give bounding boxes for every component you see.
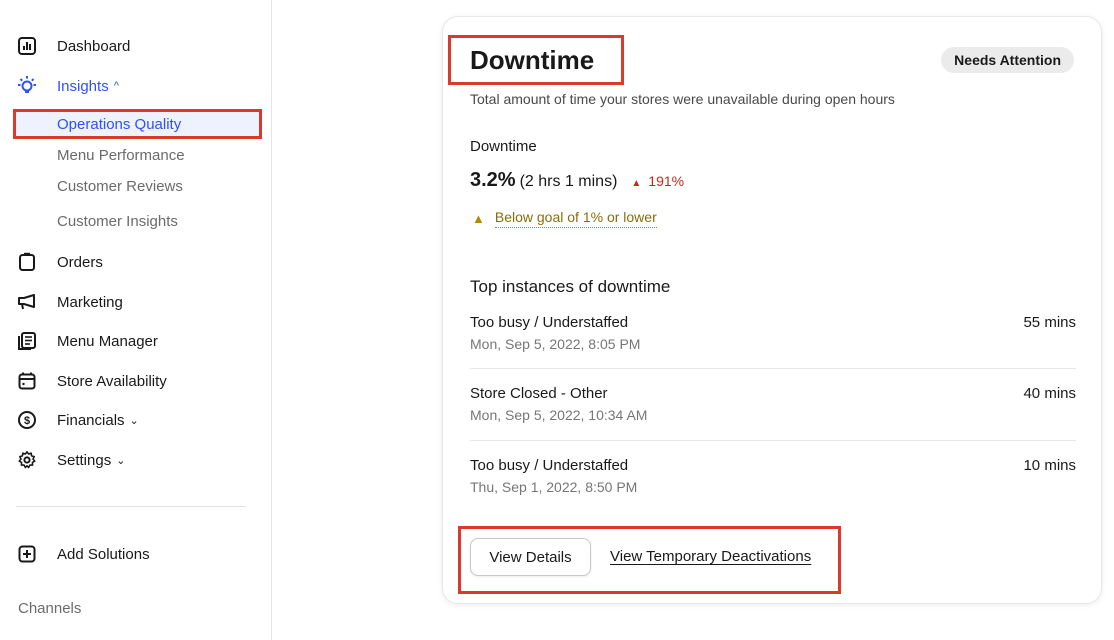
- metric-row: 3.2% (2 hrs 1 mins) ▲ 191%: [470, 169, 684, 192]
- section-title: Top instances of downtime: [470, 277, 671, 296]
- list-item: Too busy / Understaffed Mon, Sep 5, 2022…: [470, 314, 1076, 370]
- sidebar-item-label: Orders: [57, 253, 103, 271]
- sidebar-item-settings[interactable]: Settings ⌄: [16, 448, 125, 472]
- sidebar-item-label: Add Solutions: [57, 545, 150, 563]
- sidebar-item-label: Store Availability: [57, 372, 167, 390]
- metric-value: 3.2%: [470, 169, 516, 191]
- trend-indicator: ▲ 191%: [631, 173, 684, 189]
- bar-chart-icon: [16, 35, 38, 57]
- channels-label: Channels: [18, 600, 82, 617]
- row-divider: [470, 440, 1076, 441]
- calendar-icon: [16, 370, 38, 392]
- svg-text:$: $: [24, 415, 30, 427]
- card-title: Downtime: [470, 45, 595, 75]
- view-details-button[interactable]: View Details: [470, 538, 591, 576]
- sidebar-item-orders[interactable]: Orders: [16, 250, 103, 274]
- sidebar-item-insights[interactable]: Insights ^: [16, 74, 119, 98]
- plus-box-icon: [16, 543, 38, 565]
- clipboard-icon: [16, 251, 38, 273]
- metric-detail: (2 hrs 1 mins): [519, 173, 618, 190]
- status-badge: Needs Attention: [941, 47, 1074, 73]
- instance-duration: 40 mins: [1023, 385, 1076, 402]
- instance-time: Mon, Sep 5, 2022, 8:05 PM: [470, 336, 641, 352]
- sidebar-item-label: Settings: [57, 451, 112, 469]
- instance-duration: 55 mins: [1023, 314, 1076, 331]
- goal-text: Below goal of 1% or lower: [494, 209, 657, 228]
- warning-icon: ▲: [472, 211, 485, 226]
- sidebar-item-label: Menu Manager: [57, 332, 158, 350]
- sidebar: Dashboard Insights ^ Operations Quality …: [0, 0, 272, 640]
- row-divider: [470, 368, 1076, 369]
- sidebar-item-store-availability[interactable]: Store Availability: [16, 369, 167, 393]
- sidebar-divider: [16, 506, 246, 507]
- view-temporary-deactivations-link[interactable]: View Temporary Deactivations: [610, 548, 811, 565]
- list-item: Store Closed - Other Mon, Sep 5, 2022, 1…: [470, 385, 1076, 441]
- gear-icon: [16, 449, 38, 471]
- megaphone-icon: [16, 291, 38, 313]
- instance-duration: 10 mins: [1023, 457, 1076, 474]
- instance-reason: Too busy / Understaffed: [470, 457, 629, 474]
- sidebar-subitem-operations-quality[interactable]: Operations Quality: [57, 114, 181, 136]
- chevron-up-icon: ^: [113, 80, 119, 92]
- menu-document-icon: [16, 330, 38, 352]
- list-item: Too busy / Understaffed Thu, Sep 1, 2022…: [470, 457, 1076, 513]
- sidebar-item-label: Insights: [57, 77, 109, 95]
- instance-time: Thu, Sep 1, 2022, 8:50 PM: [470, 479, 638, 495]
- sidebar-item-menu-manager[interactable]: Menu Manager: [16, 329, 158, 353]
- sidebar-item-marketing[interactable]: Marketing: [16, 290, 123, 314]
- metric-label: Downtime: [470, 138, 537, 155]
- sidebar-item-dashboard[interactable]: Dashboard: [16, 34, 130, 58]
- sidebar-item-label: Dashboard: [57, 37, 131, 55]
- chevron-down-icon: ⌄: [116, 454, 126, 467]
- sidebar-subitem-customer-insights[interactable]: Customer Insights: [57, 211, 178, 233]
- instance-reason: Too busy / Understaffed: [470, 314, 629, 331]
- dollar-icon: $: [16, 409, 38, 431]
- goal-warning[interactable]: ▲ Below goal of 1% or lower: [472, 209, 657, 228]
- instance-time: Mon, Sep 5, 2022, 10:34 AM: [470, 407, 648, 423]
- chevron-down-icon: ⌄: [129, 414, 139, 427]
- sidebar-subitem-customer-reviews[interactable]: Customer Reviews: [57, 176, 183, 198]
- instance-reason: Store Closed - Other: [470, 385, 608, 402]
- downtime-card: Downtime Needs Attention Total amount of…: [442, 16, 1102, 604]
- sidebar-item-add-solutions[interactable]: Add Solutions: [16, 542, 150, 566]
- sidebar-item-financials[interactable]: $ Financials ⌄: [16, 408, 139, 432]
- sidebar-item-label: Financials: [57, 411, 125, 429]
- sidebar-item-label: Marketing: [57, 293, 123, 311]
- trend-value: 191%: [648, 173, 685, 189]
- card-subtitle: Total amount of time your stores were un…: [470, 91, 895, 107]
- triangle-up-icon: ▲: [631, 178, 642, 189]
- sidebar-subitem-menu-performance[interactable]: Menu Performance: [57, 145, 185, 167]
- lightbulb-icon: [16, 75, 38, 97]
